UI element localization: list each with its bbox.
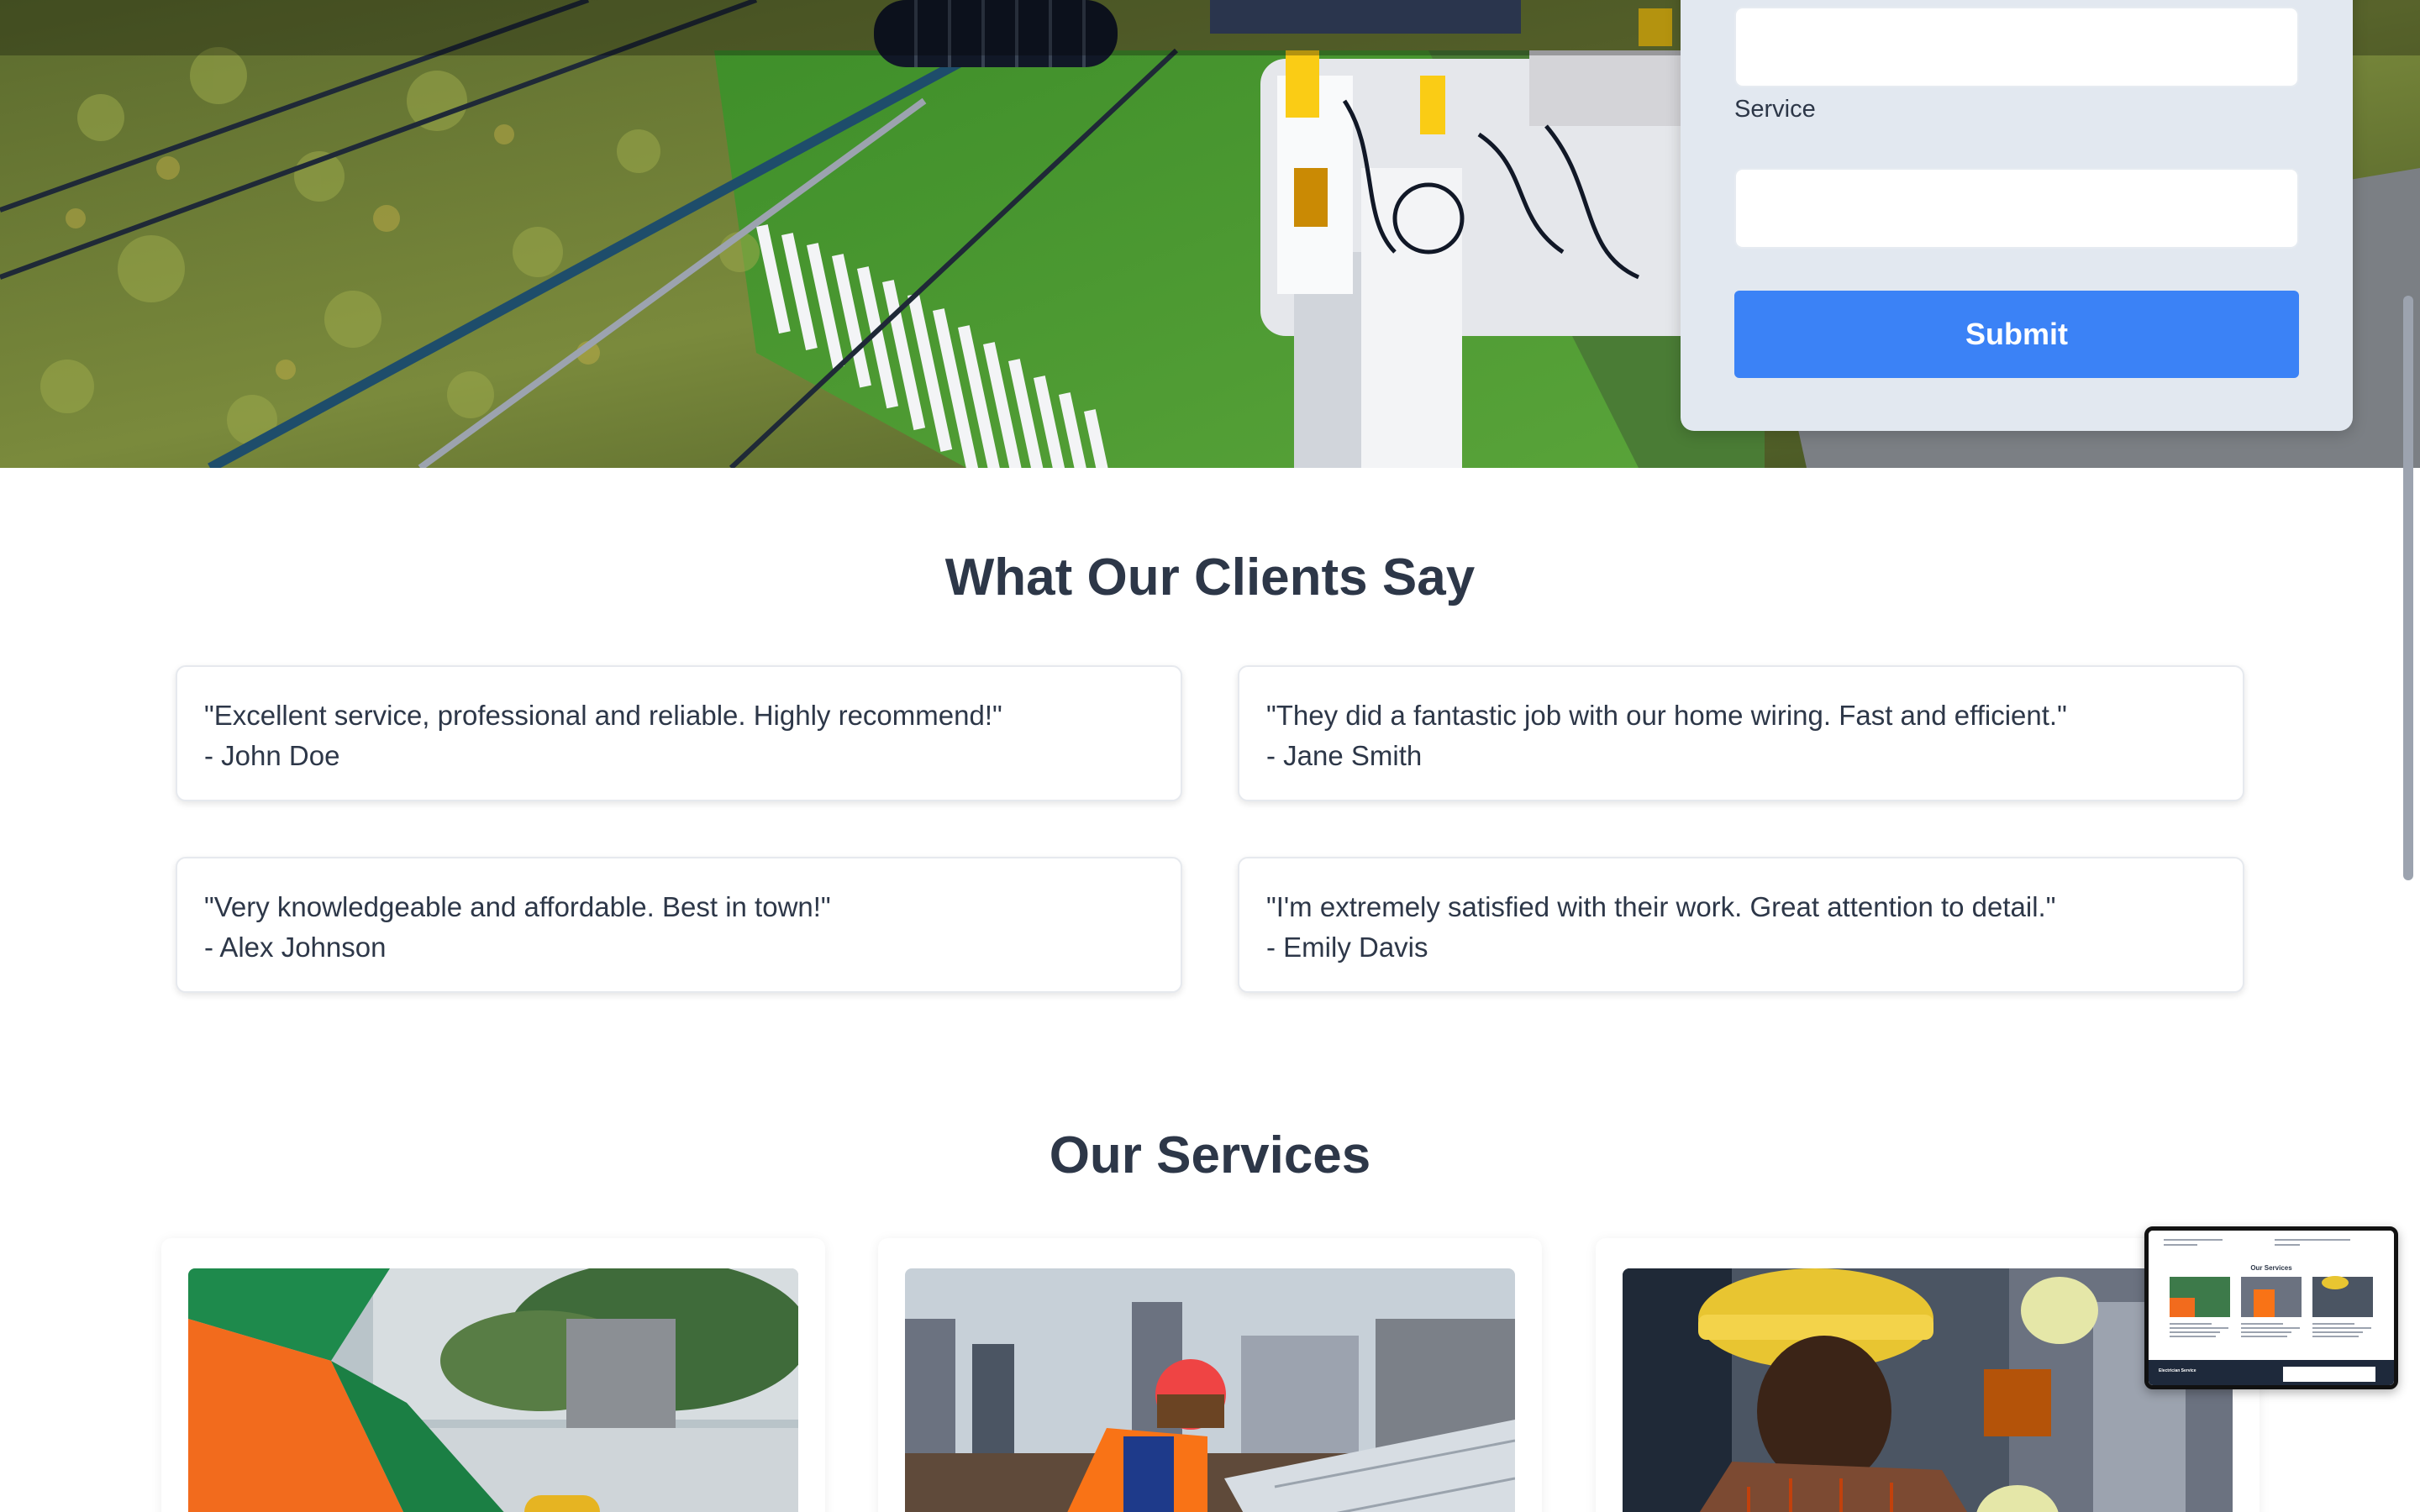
page: Service Submit What Our Clients Say "Exc…: [0, 0, 2420, 1512]
service-input[interactable]: [1734, 168, 2299, 249]
testimonials-title: What Our Clients Say: [944, 549, 1476, 606]
service-card[interactable]: [878, 1238, 1542, 1512]
service-label: Service: [1734, 96, 1816, 123]
service-card[interactable]: [161, 1238, 825, 1512]
submit-button[interactable]: Submit: [1734, 291, 2299, 378]
testimonial-card: "Very knowledgeable and affordable. Best…: [176, 857, 1182, 993]
testimonial-author: - John Doe: [204, 740, 340, 771]
testimonial-card: "Excellent service, professional and rel…: [176, 665, 1182, 801]
page-preview-thumbnail[interactable]: Our Services Electrician Service: [2144, 1226, 2398, 1389]
testimonial-author: - Jane Smith: [1266, 740, 1423, 771]
form-input-field[interactable]: [1734, 7, 2299, 87]
thumbnail-title: Our Services: [2250, 1264, 2292, 1272]
service-image-solar-worker: [188, 1268, 798, 1512]
testimonial-quote: "Excellent service, professional and rel…: [204, 700, 1002, 731]
testimonial-quote: "I'm extremely satisfied with their work…: [1266, 891, 2056, 922]
services-title: Our Services: [1049, 1126, 1371, 1184]
testimonial-quote: "They did a fantastic job with our home …: [1266, 700, 2067, 731]
service-image-solar-panel: [905, 1268, 1515, 1512]
testimonial-author: - Emily Davis: [1266, 932, 1428, 963]
thumbnail-footer-text: Electrician Service: [2159, 1368, 2196, 1373]
testimonial-card: "I'm extremely satisfied with their work…: [1238, 857, 2244, 993]
contact-form: Service Submit: [1681, 0, 2353, 431]
service-image-electrician: [1623, 1268, 2233, 1512]
testimonial-author: - Alex Johnson: [204, 932, 387, 963]
scrollbar-thumb[interactable]: [2403, 296, 2413, 880]
testimonial-card: "They did a fantastic job with our home …: [1238, 665, 2244, 801]
testimonial-quote: "Very knowledgeable and affordable. Best…: [204, 891, 831, 922]
